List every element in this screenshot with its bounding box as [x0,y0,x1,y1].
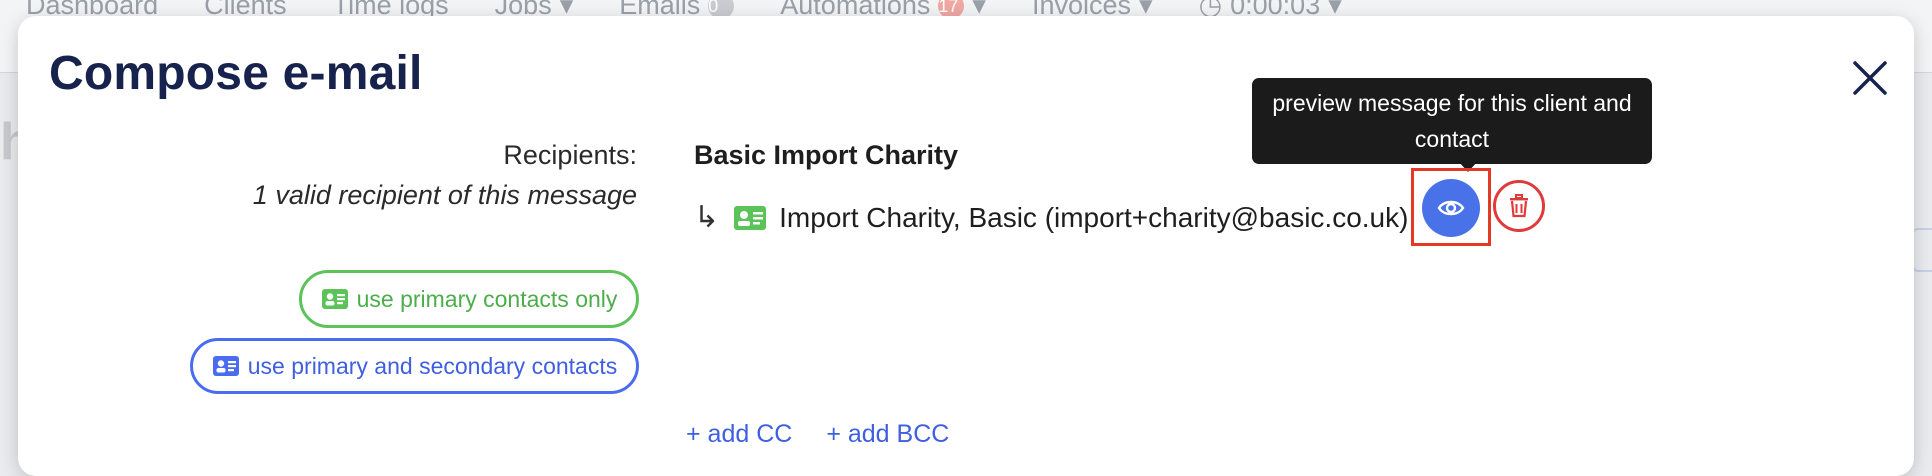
background-field-fragment [1912,228,1932,272]
preview-message-button[interactable] [1422,179,1480,237]
preview-highlight-box [1411,168,1491,246]
use-primary-and-secondary-contacts-button[interactable]: use primary and secondary contacts [190,338,639,394]
contact-card-icon [734,205,767,230]
recipient-contact-text: Import Charity, Basic (import+charity@ba… [779,201,1409,233]
primary-only-label: use primary contacts only [356,285,618,312]
modal-title: Compose e-mail [49,47,423,100]
recipients-label: Recipients: [503,140,637,170]
add-bcc-link[interactable]: + add BCC [826,420,949,449]
contact-card-icon [212,356,239,376]
reply-arrow-icon: ↳ [694,201,720,234]
cc-bcc-links: + add CC + add BCC [686,420,949,449]
close-icon [1853,61,1887,95]
compose-email-modal: Compose e-mail Recipients: 1 valid recip… [18,16,1914,476]
preview-tooltip: preview message for this client and cont… [1252,78,1652,164]
trash-icon [1510,194,1528,218]
use-primary-contacts-only-button[interactable]: use primary contacts only [299,270,639,328]
valid-recipient-summary: 1 valid recipient of this message [252,180,637,210]
recipient-group-name: Basic Import Charity [694,140,959,170]
close-button[interactable] [1848,56,1892,100]
remove-recipient-button[interactable] [1493,180,1545,232]
primary-secondary-label: use primary and secondary contacts [247,352,618,379]
eye-icon [1437,200,1465,216]
contact-card-icon [321,289,348,309]
add-cc-link[interactable]: + add CC [686,420,792,449]
recipient-row: ↳ Import Charity, Basic (import+charity@… [694,200,1408,235]
